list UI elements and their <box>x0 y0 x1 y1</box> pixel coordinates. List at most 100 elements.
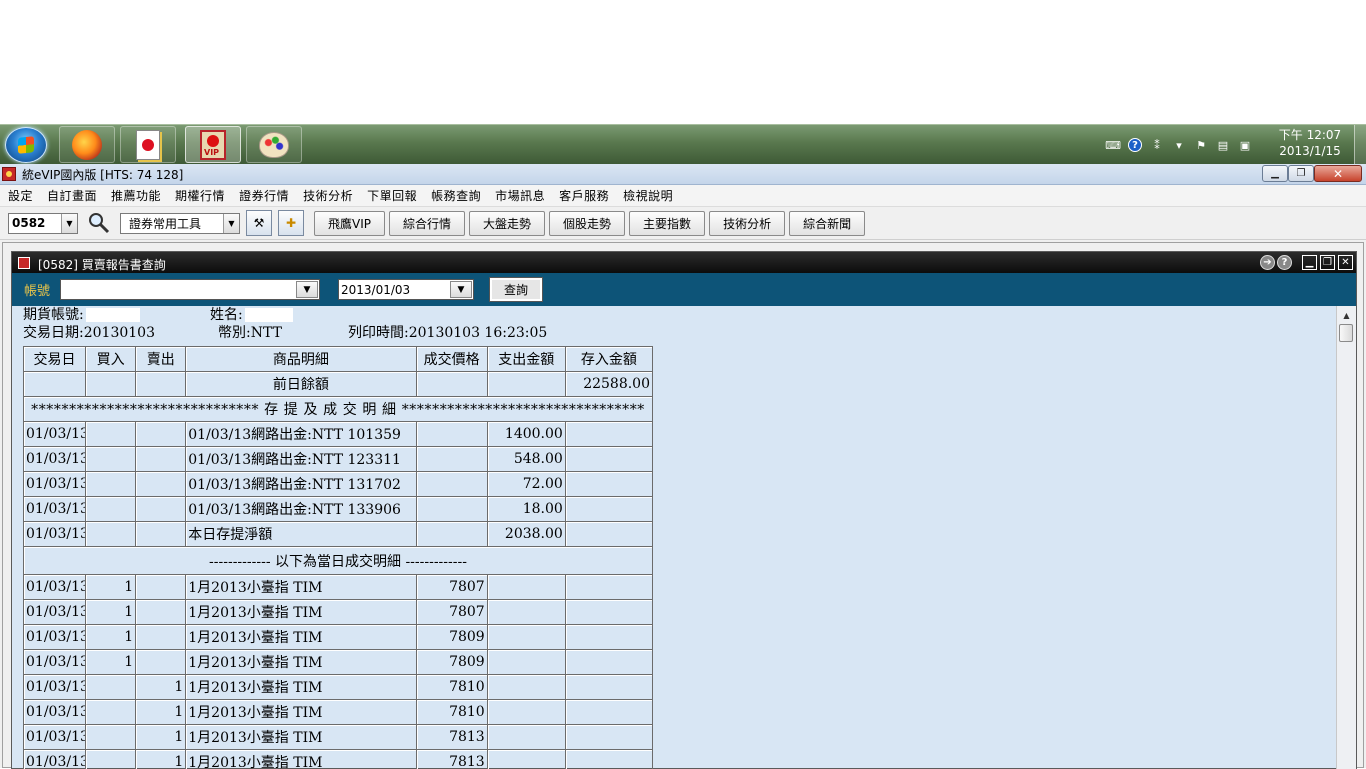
taskbar-firefox-button[interactable] <box>59 126 115 163</box>
app-title: 統eVIP國內版 [HTS: 74 128] <box>22 167 184 182</box>
menu-settings[interactable]: 設定 <box>8 187 40 204</box>
tool-set-select[interactable]: 證券常用工具 ▼ <box>120 212 240 234</box>
input-method-icon[interactable]: ⁑ <box>1150 138 1164 152</box>
action-center-flag-icon[interactable]: ⚑ <box>1194 138 1208 152</box>
withdrawal-rows: 01/03/13 01/03/13網路出金:NTT 101359 1400.00 01… <box>24 422 653 547</box>
cell-empty <box>86 372 137 397</box>
toolbar-button-major-indices[interactable]: 主要指數 <box>629 210 706 236</box>
vertical-scrollbar[interactable]: ▲ <box>1336 306 1356 769</box>
navigate-button[interactable]: ➔ <box>1260 255 1275 270</box>
help-icon[interactable]: ? <box>1128 138 1142 152</box>
cell-buy: 1 <box>86 575 137 600</box>
close-button[interactable]: ✕ <box>1314 165 1362 182</box>
cell-date: 01/03/13 <box>24 575 87 600</box>
cell-expenditure <box>487 675 566 700</box>
cell-item: 1月2013小臺指 TIM <box>186 575 417 600</box>
cell-price: 7809 <box>416 650 488 675</box>
menu-recommended[interactable]: 推薦功能 <box>111 187 168 204</box>
toolbar-button-composite-quotes[interactable]: 綜合行情 <box>389 210 466 236</box>
report-window-icon <box>18 256 30 269</box>
cell-empty <box>24 372 87 397</box>
cell-deposit <box>565 650 653 675</box>
toolbar-button-market-trend[interactable]: 大盤走勢 <box>469 210 546 236</box>
start-button[interactable] <box>5 127 47 163</box>
taskbar-paint-button[interactable] <box>246 126 302 163</box>
tools-icon: ⚒ <box>253 216 265 230</box>
menu-custom-screen[interactable]: 自訂畫面 <box>47 187 104 204</box>
network-icon[interactable]: ▣ <box>1238 138 1252 152</box>
cell-item: 1月2013小臺指 TIM <box>186 750 417 769</box>
taskbar-evip-button[interactable] <box>185 126 241 163</box>
cell-expenditure <box>487 725 566 750</box>
toolbar-button-stock-trend[interactable]: 個股走勢 <box>549 210 626 236</box>
menu-futures-options-quotes[interactable]: 期權行情 <box>175 187 232 204</box>
menu-view-help[interactable]: 檢視說明 <box>623 187 680 204</box>
cell-expenditure: 72.00 <box>487 472 566 497</box>
cell-empty <box>487 372 566 397</box>
function-code-value: 0582 <box>12 216 46 230</box>
menu-customer-service[interactable]: 客戶服務 <box>559 187 616 204</box>
cell-sell <box>136 472 187 497</box>
chevron-down-icon[interactable]: ▼ <box>450 281 472 298</box>
tool-settings-button[interactable]: ⚒ <box>246 210 272 236</box>
clipboard-icon[interactable]: ▤ <box>1216 138 1230 152</box>
cell-price: 7810 <box>416 700 488 725</box>
search-button[interactable] <box>86 210 112 236</box>
account-select[interactable]: ▼ <box>60 279 320 300</box>
show-desktop-button[interactable] <box>1354 125 1366 164</box>
cell-sell <box>136 497 187 522</box>
child-close-button[interactable]: ✕ <box>1338 255 1353 270</box>
cell-sell: 1 <box>136 725 187 750</box>
query-button[interactable]: 查詢 <box>488 277 544 302</box>
cell-price: 7813 <box>417 750 488 769</box>
clock[interactable]: 下午 12:07 2013/1/15 <box>1270 127 1350 159</box>
close-icon: ✕ <box>1332 166 1344 181</box>
solitaire-icon <box>136 129 160 160</box>
child-minimize-button[interactable]: ▁ <box>1302 255 1317 270</box>
keyboard-icon[interactable]: ⌨ <box>1105 138 1121 152</box>
child-maximize-button[interactable]: ❐ <box>1320 255 1335 270</box>
minimize-button[interactable]: ▁ <box>1262 165 1288 182</box>
cell-price: 7813 <box>416 725 488 750</box>
col-buy: 買入 <box>86 347 137 372</box>
section-trades-title: ------------- 以下為當日成交明細 ------------- <box>24 547 653 575</box>
cell-date: 01/03/13 <box>24 472 87 497</box>
chevron-down-icon[interactable]: ▼ <box>223 213 239 233</box>
paint-icon <box>259 131 289 158</box>
cell-expenditure <box>487 600 566 625</box>
date-select[interactable]: 2013/01/03 ▼ <box>338 279 474 300</box>
menu-account-query[interactable]: 帳務查詢 <box>431 187 488 204</box>
scroll-up-button[interactable]: ▲ <box>1337 308 1356 322</box>
toolbar-button-feiying-vip[interactable]: 飛鷹VIP <box>314 210 385 236</box>
cell-date: 01/03/13 <box>24 700 87 725</box>
cell-expenditure <box>487 650 566 675</box>
col-deposit: 存入金額 <box>565 347 653 372</box>
chevron-down-icon[interactable]: ▼ <box>61 213 77 233</box>
cell-deposit <box>565 472 653 497</box>
prev-balance-value: 22588.00 <box>565 372 653 397</box>
app-logo-icon[interactable] <box>2 167 16 181</box>
taskbar-solitaire-button[interactable] <box>120 126 176 163</box>
prev-balance-row: 前日餘額 22588.00 <box>24 372 653 397</box>
toolbar-button-news[interactable]: 綜合新聞 <box>789 210 866 236</box>
cell-item: 1月2013小臺指 TIM <box>186 625 417 650</box>
chevron-down-icon[interactable]: ▾ <box>1172 138 1186 152</box>
menu-technical-analysis[interactable]: 技術分析 <box>303 187 360 204</box>
menu-market-news[interactable]: 市場訊息 <box>495 187 552 204</box>
add-window-button[interactable]: ✚ <box>278 210 304 236</box>
child-help-button[interactable]: ? <box>1277 255 1292 270</box>
cell-date: 01/03/13 <box>24 675 87 700</box>
report-header-line-1: 期貨帳號: 姓名: <box>20 306 1334 324</box>
menu-order-report[interactable]: 下單回報 <box>367 187 424 204</box>
toolbar-button-technical-analysis[interactable]: 技術分析 <box>709 210 786 236</box>
restore-button[interactable]: ❐ <box>1288 165 1314 182</box>
table-row: 01/03/13 1 1月2013小臺指 TIM 7807 <box>24 575 653 600</box>
function-code-select[interactable]: 0582 ▼ <box>8 212 78 234</box>
scroll-thumb[interactable] <box>1339 324 1353 342</box>
menu-securities-quotes[interactable]: 證券行情 <box>239 187 296 204</box>
cell-price <box>416 422 488 447</box>
evip-icon <box>200 129 226 160</box>
table-row: 01/03/13 1 1月2013小臺指 TIM 7810 <box>24 700 653 725</box>
table-row: 01/03/13 01/03/13網路出金:NTT 131702 72.00 <box>24 472 653 497</box>
chevron-down-icon[interactable]: ▼ <box>296 281 318 298</box>
